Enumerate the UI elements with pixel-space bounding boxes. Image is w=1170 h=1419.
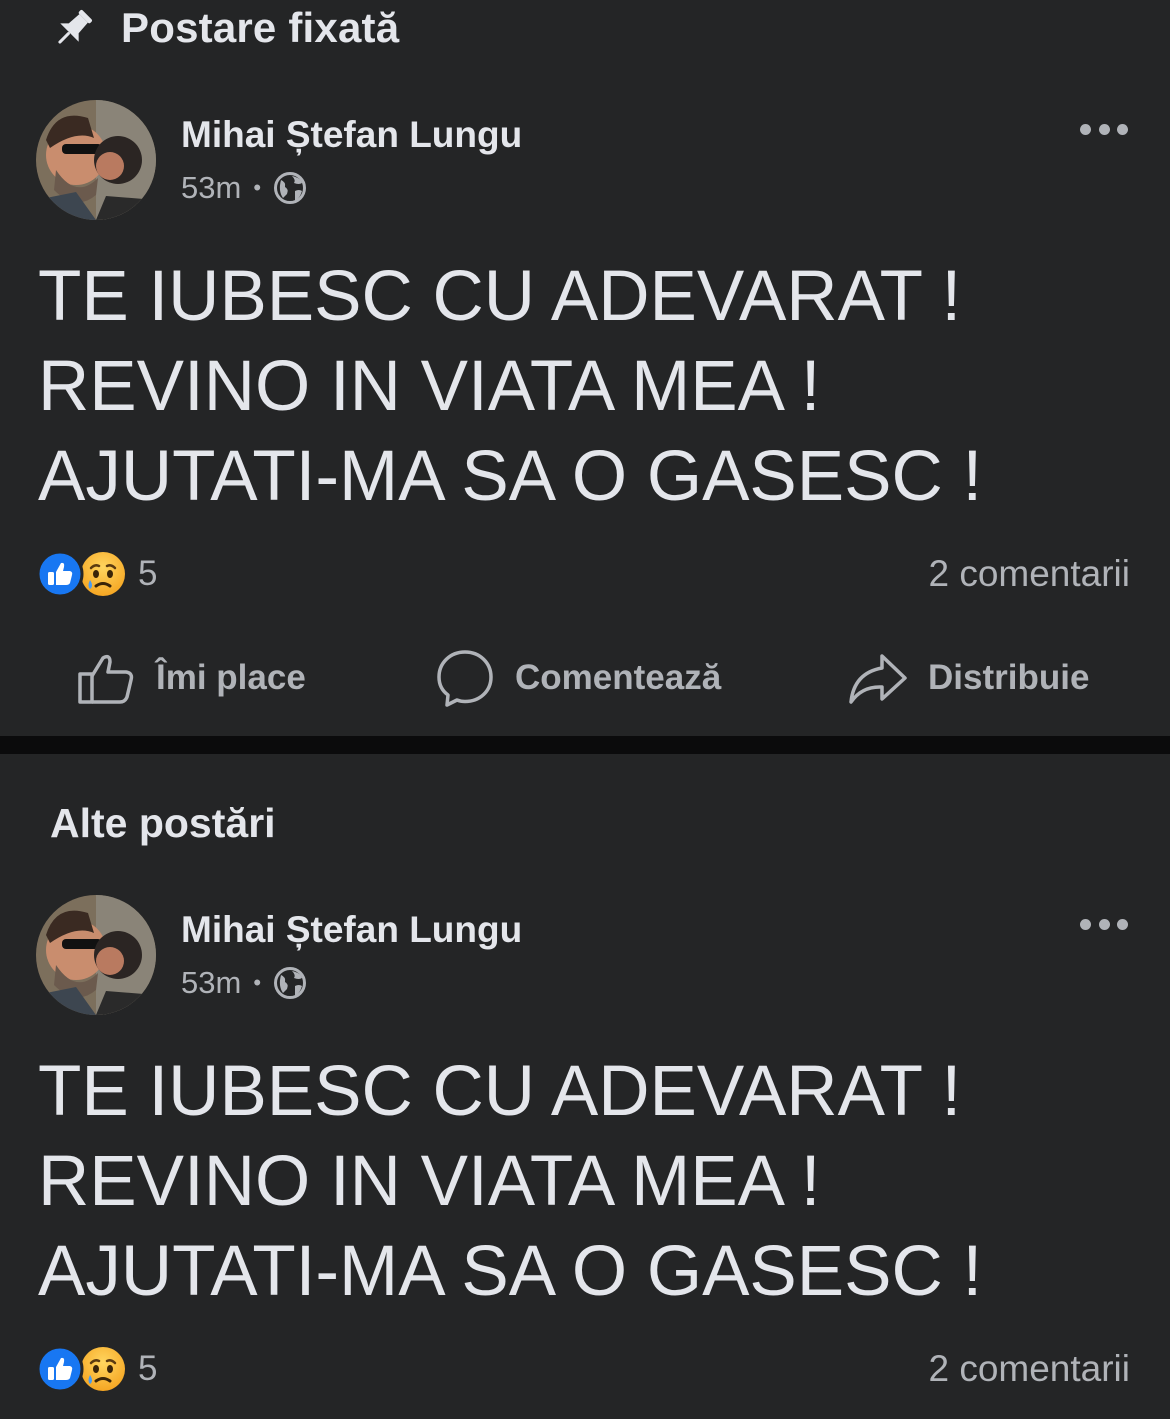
like-reaction-icon (36, 550, 84, 598)
avatar[interactable] (36, 895, 156, 1015)
post-body: TE IUBESC CU ADEVARAT ! REVINO IN VIATA … (38, 1047, 1138, 1317)
post-time[interactable]: 53m (181, 170, 241, 206)
avatar[interactable] (36, 100, 156, 220)
share-button[interactable]: Distribuie (848, 638, 1089, 718)
author-name[interactable]: Mihai Ștefan Lungu (181, 114, 522, 156)
sad-reaction-icon (81, 1347, 125, 1391)
sad-reaction-icon (81, 552, 125, 596)
comment-label: Comentează (515, 658, 722, 697)
meta-separator: • (253, 970, 262, 995)
dot-icon (1080, 918, 1091, 930)
post-text-line: REVINO IN VIATA MEA ! (38, 347, 821, 426)
facebook-profile-feed: Postare fixată Mihai Ștefan Lungu 53m • (0, 0, 1170, 1419)
post-meta: 53m • (181, 963, 307, 1003)
dot-icon (1117, 918, 1128, 930)
post-card: Mihai Ștefan Lungu 53m • TE IUBESC CU AD… (0, 795, 1170, 1419)
post-time[interactable]: 53m (181, 965, 241, 1001)
reactions-summary[interactable]: 5 (36, 549, 157, 599)
reaction-count: 5 (138, 1349, 158, 1388)
post-meta: 53m • (181, 168, 307, 208)
meta-separator: • (253, 175, 262, 200)
more-options-button[interactable] (1072, 909, 1136, 939)
author-name[interactable]: Mihai Ștefan Lungu (181, 909, 522, 951)
more-options-button[interactable] (1072, 114, 1136, 144)
like-reaction-icon (36, 1345, 84, 1393)
like-label: Îmi place (156, 658, 306, 697)
comments-count[interactable]: 2 comentarii (928, 1348, 1130, 1390)
pinned-post: Mihai Ștefan Lungu 53m • TE IUBESC CU AD… (0, 0, 1170, 736)
share-label: Distribuie (928, 658, 1090, 697)
reactions-summary[interactable]: 5 (36, 1344, 157, 1394)
like-button[interactable]: Îmi place (76, 638, 306, 718)
post-body: TE IUBESC CU ADEVARAT ! REVINO IN VIATA … (38, 252, 1138, 522)
post-actions-bar: Îmi place Comentează Distribuie (0, 638, 1170, 718)
section-divider (0, 736, 1170, 754)
comments-count[interactable]: 2 comentarii (928, 553, 1130, 595)
post-text-line: AJUTATI-MA SA O GASESC ! (38, 1232, 983, 1311)
post-text-line: AJUTATI-MA SA O GASESC ! (38, 437, 983, 516)
globe-icon (274, 967, 307, 999)
share-arrow-icon (849, 654, 907, 704)
comment-button[interactable]: Comentează (435, 638, 721, 718)
post-text-line: TE IUBESC CU ADEVARAT ! (38, 257, 962, 336)
dot-icon (1117, 123, 1128, 135)
post-text-line: REVINO IN VIATA MEA ! (38, 1142, 821, 1221)
reaction-count: 5 (138, 554, 158, 593)
comment-bubble-icon (437, 650, 493, 707)
globe-icon (274, 172, 307, 204)
thumbs-up-icon (78, 654, 134, 704)
dot-icon (1098, 918, 1110, 930)
post-text-line: TE IUBESC CU ADEVARAT ! (38, 1052, 962, 1131)
dot-icon (1098, 123, 1110, 135)
dot-icon (1080, 123, 1091, 135)
